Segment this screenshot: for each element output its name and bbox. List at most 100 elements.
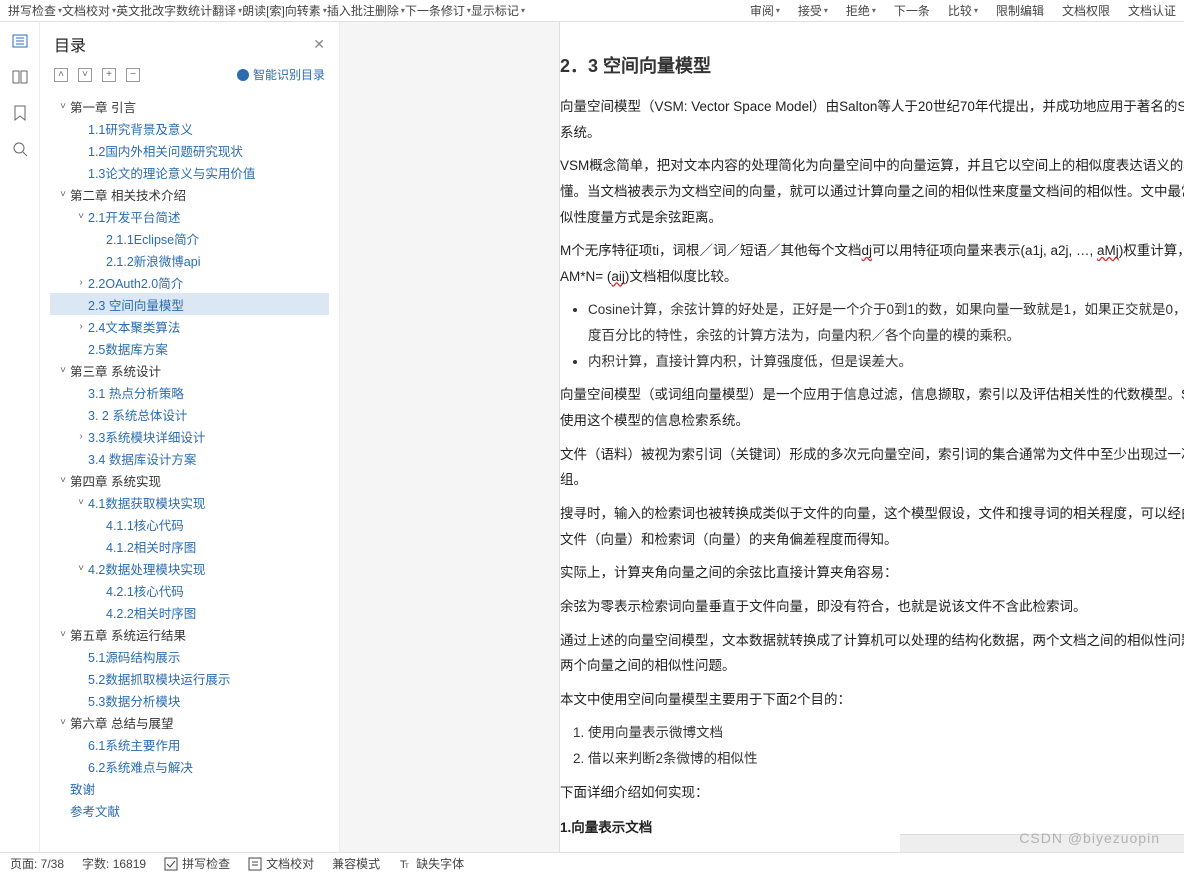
outline-item[interactable]: ˅2.1开发平台简述 — [50, 205, 329, 227]
outline-item[interactable]: ˅第五章 系统运行结果 — [50, 623, 329, 645]
close-icon[interactable]: ✕ — [313, 36, 325, 53]
outline-item[interactable]: 4.2.1核心代码 — [50, 579, 329, 601]
outline-item[interactable]: ˅第六章 总结与展望 — [50, 711, 329, 733]
outline-item[interactable]: 2.1.2新浪微博api — [50, 249, 329, 271]
compat-mode[interactable]: 兼容模式 — [332, 855, 380, 872]
toolbar-item[interactable]: 字数统计 — [164, 2, 212, 19]
expand-down-icon[interactable]: ˅ — [78, 68, 92, 82]
outline-item[interactable]: ›2.4文本聚类算法 — [50, 315, 329, 337]
outline-item[interactable]: ›2.2OAuth2.0简介 — [50, 271, 329, 293]
toolbar-item[interactable]: 英文批改 — [116, 2, 164, 19]
toolbar-item[interactable]: 比较▾ — [948, 2, 978, 19]
top-toolbar: 拼写检查▾文档校对▾英文批改字数统计翻译▾朗读[索]向转素▾插入批注删除▾下一条… — [0, 0, 1184, 22]
toolbar-item[interactable]: [索]向转素▾ — [266, 2, 327, 19]
outline-item[interactable]: 4.2.2相关时序图 — [50, 601, 329, 623]
level-minus-icon[interactable]: − — [126, 68, 140, 82]
toolbar-item[interactable]: 拒绝▾ — [846, 2, 876, 19]
collapse-up-icon[interactable]: ˄ — [54, 68, 68, 82]
outline-item[interactable]: 1.3论文的理论意义与实用价值 — [50, 161, 329, 183]
list-item: 借以来判断2条微博的相似性 — [588, 746, 1184, 772]
chevron-right-icon[interactable]: › — [74, 277, 88, 288]
status-bar: 页面: 7/38 字数: 16819 拼写检查 文档校对 兼容模式 Tт 缺失字… — [0, 852, 1184, 874]
chevron-right-icon[interactable]: › — [74, 431, 88, 442]
toolbar-item[interactable]: 文档校对▾ — [62, 2, 116, 19]
outline-item[interactable]: 参考文献 — [50, 799, 329, 821]
missing-font[interactable]: Tт 缺失字体 — [398, 855, 464, 872]
paragraph: 向量空间模型（或词组向量模型）是一个应用于信息过滤，信息撷取，索引以及评估相关性… — [560, 382, 1184, 433]
level-plus-icon[interactable]: + — [102, 68, 116, 82]
chevron-down-icon[interactable]: ˅ — [56, 717, 70, 728]
toolbar-item[interactable]: 显示标记▾ — [471, 2, 525, 19]
outline-item[interactable]: 3.4 数据库设计方案 — [50, 447, 329, 469]
outline-item[interactable]: ˅第二章 相关技术介绍 — [50, 183, 329, 205]
outline-item[interactable]: 2.1.1Eclipse简介 — [50, 227, 329, 249]
outline-item[interactable]: 6.1系统主要作用 — [50, 733, 329, 755]
page-indicator[interactable]: 页面: 7/38 — [10, 855, 64, 872]
outline-item-label: 2.3 空间向量模型 — [88, 295, 184, 314]
outline-item[interactable]: 1.1研究背景及意义 — [50, 117, 329, 139]
outline-item[interactable]: ˅4.1数据获取模块实现 — [50, 491, 329, 513]
toolbar-item[interactable]: 接受▾ — [798, 2, 828, 19]
toolbar-item[interactable]: 下一条 — [894, 2, 930, 19]
outline-item[interactable]: 3. 2 系统总体设计 — [50, 403, 329, 425]
toolbar-item[interactable]: 拼写检查▾ — [8, 2, 62, 19]
toolbar-item[interactable]: 下一条 — [405, 2, 441, 19]
outline-item-label: 第三章 系统设计 — [70, 361, 161, 380]
toolbar-item[interactable]: 限制编辑 — [996, 2, 1044, 19]
outline-item-label: 致谢 — [70, 779, 95, 798]
toolbar-item[interactable]: 文档权限 — [1062, 2, 1110, 19]
toolbar-item[interactable]: 插入批注 — [327, 2, 375, 19]
ai-outline-button[interactable]: 智能识别目录 — [237, 66, 325, 83]
outline-item-label: 第四章 系统实现 — [70, 471, 161, 490]
outline-item[interactable]: 2.5数据库方案 — [50, 337, 329, 359]
outline-item-label: 4.2.2相关时序图 — [106, 603, 196, 622]
outline-item[interactable]: 4.1.1核心代码 — [50, 513, 329, 535]
outline-item[interactable]: 5.2数据抓取模块运行展示 — [50, 667, 329, 689]
toolbar-item[interactable]: 翻译▾ — [212, 2, 242, 19]
chevron-down-icon[interactable]: ˅ — [74, 211, 88, 222]
chevron-down-icon[interactable]: ˅ — [74, 497, 88, 508]
outline-item[interactable]: ˅第三章 系统设计 — [50, 359, 329, 381]
outline-item[interactable]: ˅第一章 引言 — [50, 95, 329, 117]
outline-item-label: 4.2数据处理模块实现 — [88, 559, 205, 578]
outline-item[interactable]: 5.1源码结构展示 — [50, 645, 329, 667]
chevron-down-icon[interactable]: ˅ — [56, 475, 70, 486]
outline-item[interactable]: 6.2系统难点与解决 — [50, 755, 329, 777]
word-count[interactable]: 字数: 16819 — [82, 855, 146, 872]
toolbar-item[interactable]: 朗读 — [242, 2, 266, 19]
outline-item[interactable]: 2.3 空间向量模型 — [50, 293, 329, 315]
chevron-down-icon[interactable]: ˅ — [74, 563, 88, 574]
outline-item[interactable]: 3.1 热点分析策略 — [50, 381, 329, 403]
chevron-right-icon[interactable]: › — [74, 321, 88, 332]
left-iconbar — [0, 22, 40, 852]
paragraph: 余弦为零表示检索词向量垂直于文件向量，即没有符合，也就是说该文件不含此检索词。 — [560, 594, 1184, 620]
bookmark-icon[interactable] — [11, 104, 29, 122]
chevron-down-icon[interactable]: ˅ — [56, 629, 70, 640]
chevron-down-icon[interactable]: ˅ — [56, 365, 70, 376]
outline-item[interactable]: ˅4.2数据处理模块实现 — [50, 557, 329, 579]
outline-item-label: 第二章 相关技术介绍 — [70, 185, 186, 204]
toolbar-item[interactable]: 修订▾ — [441, 2, 471, 19]
toolbar-item[interactable]: 审阅▾ — [750, 2, 780, 19]
chevron-down-icon[interactable]: ˅ — [56, 101, 70, 112]
outline-item[interactable]: ˅第四章 系统实现 — [50, 469, 329, 491]
outline-item[interactable]: 1.2国内外相关问题研究现状 — [50, 139, 329, 161]
outline-icon[interactable] — [11, 32, 29, 50]
search-icon[interactable] — [11, 140, 29, 158]
main-area: 目录 ✕ ˄ ˅ + − 智能识别目录 ˅第一章 引言1.1研究背景及意义1.2… — [0, 22, 1184, 852]
spell-check-toggle[interactable]: 拼写检查 — [164, 855, 230, 872]
layout-icon[interactable] — [11, 68, 29, 86]
chevron-down-icon[interactable]: ˅ — [56, 189, 70, 200]
outline-item[interactable]: 4.1.2相关时序图 — [50, 535, 329, 557]
toolbar-item[interactable]: 删除▾ — [375, 2, 405, 19]
proof-toggle[interactable]: 文档校对 — [248, 855, 314, 872]
outline-item[interactable]: 致谢 — [50, 777, 329, 799]
outline-item-label: 参考文献 — [70, 801, 120, 820]
toolbar-item[interactable]: 文档认证 — [1128, 2, 1176, 19]
svg-text:т: т — [405, 861, 409, 870]
document-area: 2．3 空间向量模型 向量空间模型（VSM: Vector Space Mode… — [340, 22, 1184, 852]
section-heading: 2．3 空间向量模型 — [560, 52, 1184, 78]
outline-item[interactable]: 5.3数据分析模块 — [50, 689, 329, 711]
outline-item-label: 2.1.2新浪微博api — [106, 251, 200, 270]
outline-item[interactable]: ›3.3系统模块详细设计 — [50, 425, 329, 447]
